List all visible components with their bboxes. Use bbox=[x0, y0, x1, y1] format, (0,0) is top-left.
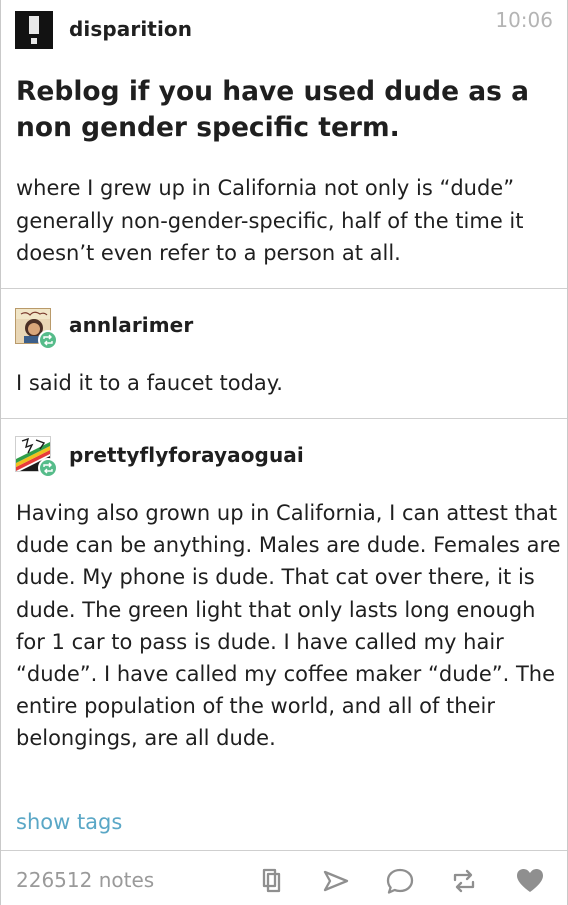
original-poster-username[interactable]: disparition bbox=[69, 17, 192, 41]
reply-icon[interactable] bbox=[383, 864, 417, 898]
reblogger-username[interactable]: prettyflyforayaoguai bbox=[69, 443, 304, 467]
copy-icon[interactable] bbox=[255, 864, 289, 898]
send-icon[interactable] bbox=[319, 864, 353, 898]
notes-count[interactable]: 226512 notes bbox=[16, 868, 154, 892]
reblog-badge-icon bbox=[38, 330, 58, 350]
divider bbox=[1, 288, 567, 289]
post-actions bbox=[255, 864, 555, 900]
post-body: where I grew up in California not only i… bbox=[16, 176, 524, 265]
reblog-icon[interactable] bbox=[447, 864, 481, 898]
show-tags-link[interactable]: show tags bbox=[16, 810, 122, 834]
reblogger-username[interactable]: annlarimer bbox=[69, 313, 193, 337]
reblog-text: I said it to a faucet today. bbox=[16, 371, 283, 395]
divider bbox=[1, 418, 567, 419]
reblog-text: Having also grown up in California, I ca… bbox=[16, 501, 561, 751]
post-title: Reblog if you have used dude as a non ge… bbox=[16, 76, 530, 143]
heart-icon[interactable] bbox=[513, 864, 547, 898]
post-timestamp: 10:06 bbox=[495, 8, 553, 32]
reblog-badge-icon bbox=[38, 458, 58, 478]
disparition-avatar[interactable] bbox=[15, 11, 53, 49]
tumblr-post: disparition 10:06 Reblog if you have use… bbox=[0, 0, 568, 905]
divider bbox=[1, 850, 567, 851]
